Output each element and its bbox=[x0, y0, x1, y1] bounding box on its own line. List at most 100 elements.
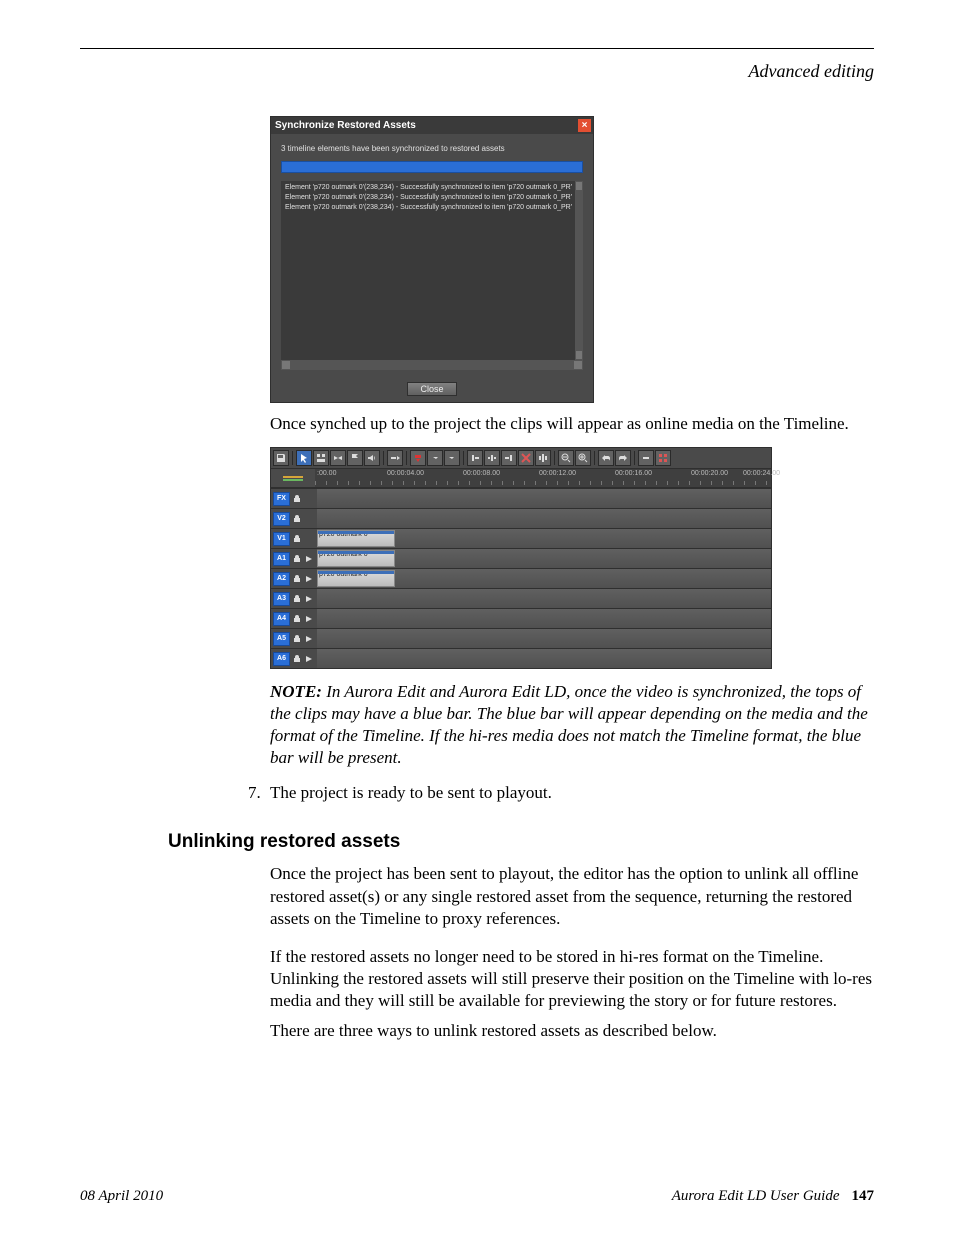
track-body[interactable]: p720 outmark 0 bbox=[317, 549, 771, 568]
track-head[interactable]: A6 bbox=[271, 649, 317, 668]
lock-icon[interactable] bbox=[292, 634, 302, 644]
timeline-track: A5 bbox=[271, 628, 771, 648]
scrollbar-horizontal[interactable] bbox=[281, 360, 583, 370]
grid-icon[interactable] bbox=[655, 450, 671, 466]
trim-both-icon[interactable] bbox=[484, 450, 500, 466]
lock-icon[interactable] bbox=[292, 594, 302, 604]
track-body[interactable] bbox=[317, 609, 771, 628]
timeline-clip[interactable]: p720 outmark 0 bbox=[317, 550, 395, 567]
body-paragraph: If the restored assets no longer need to… bbox=[270, 946, 874, 1012]
save-icon[interactable] bbox=[273, 450, 289, 466]
track-head[interactable]: A2 bbox=[271, 569, 317, 588]
mark-in-icon[interactable] bbox=[427, 450, 443, 466]
time-ruler[interactable]: :00.00 00:00:04.00 00:00:08.00 00:00:12.… bbox=[315, 469, 771, 487]
undo-icon[interactable] bbox=[598, 450, 614, 466]
lock-icon[interactable] bbox=[292, 654, 302, 664]
track-label: A5 bbox=[273, 632, 290, 646]
track-body[interactable]: p720 outmark 0 bbox=[317, 569, 771, 588]
lock-icon[interactable] bbox=[292, 534, 302, 544]
track-body[interactable]: p720 outmark 0 bbox=[317, 529, 771, 548]
track-label: A3 bbox=[273, 592, 290, 606]
track-body[interactable] bbox=[317, 629, 771, 648]
dialog-title-text: Synchronize Restored Assets bbox=[275, 120, 416, 131]
redo-icon[interactable] bbox=[615, 450, 631, 466]
timeline-track: A4 bbox=[271, 608, 771, 628]
track-body[interactable] bbox=[317, 489, 771, 508]
flag-icon[interactable] bbox=[347, 450, 363, 466]
ruler-tick: 00:00:24.00 bbox=[743, 470, 780, 477]
trim-out-icon[interactable] bbox=[501, 450, 517, 466]
scissors-icon[interactable] bbox=[330, 450, 346, 466]
track-head[interactable]: V1 bbox=[271, 529, 317, 548]
track-label: A1 bbox=[273, 552, 290, 566]
timeline-toolbar bbox=[271, 448, 771, 469]
timeline-clip[interactable]: p720 outmark 0 bbox=[317, 530, 395, 547]
track-body[interactable] bbox=[317, 509, 771, 528]
scrollbar-vertical[interactable] bbox=[575, 181, 583, 360]
footer-date: 08 April 2010 bbox=[80, 1188, 163, 1205]
dialog-log: Element 'p720 outmark 0'(238,234) - Succ… bbox=[281, 181, 583, 360]
play-icon[interactable] bbox=[304, 574, 314, 584]
timeline-clip[interactable]: p720 outmark 0 bbox=[317, 570, 395, 587]
log-line: Element 'p720 outmark 0'(238,234) - Succ… bbox=[285, 183, 579, 193]
body-paragraph: Once the project has been sent to playou… bbox=[270, 863, 874, 929]
link-icon[interactable] bbox=[638, 450, 654, 466]
track-head[interactable]: A1 bbox=[271, 549, 317, 568]
track-head[interactable]: A5 bbox=[271, 629, 317, 648]
play-icon[interactable] bbox=[304, 654, 314, 664]
zoom-in-icon[interactable] bbox=[575, 450, 591, 466]
progress-bar bbox=[281, 161, 583, 173]
track-head[interactable]: FX bbox=[271, 489, 317, 508]
close-button[interactable]: Close bbox=[407, 382, 456, 396]
note-paragraph: NOTE: In Aurora Edit and Aurora Edit LD,… bbox=[270, 681, 874, 769]
track-head[interactable]: A4 bbox=[271, 609, 317, 628]
play-icon[interactable] bbox=[304, 594, 314, 604]
fit-icon[interactable] bbox=[535, 450, 551, 466]
numbered-step: 7. The project is ready to be sent to pl… bbox=[248, 783, 874, 803]
play-icon[interactable] bbox=[304, 634, 314, 644]
lock-icon[interactable] bbox=[292, 554, 302, 564]
close-icon[interactable]: × bbox=[578, 119, 591, 132]
track-body[interactable] bbox=[317, 589, 771, 608]
timeline-track: A1 p720 outmark 0 bbox=[271, 548, 771, 568]
body-paragraph: Once synched up to the project the clips… bbox=[270, 413, 874, 435]
ruler-tick: 00:00:04.00 bbox=[387, 470, 424, 477]
track-label: A4 bbox=[273, 612, 290, 626]
log-line: Element 'p720 outmark 0'(238,234) - Succ… bbox=[285, 193, 579, 203]
speaker-icon[interactable] bbox=[364, 450, 380, 466]
track-head[interactable]: A3 bbox=[271, 589, 317, 608]
delete-icon[interactable] bbox=[518, 450, 534, 466]
mark-v-icon[interactable] bbox=[410, 450, 426, 466]
mark-out-icon[interactable] bbox=[444, 450, 460, 466]
lock-icon[interactable] bbox=[292, 614, 302, 624]
note-text: In Aurora Edit and Aurora Edit LD, once … bbox=[270, 682, 868, 767]
timeline-panel: :00.00 00:00:04.00 00:00:08.00 00:00:12.… bbox=[270, 447, 772, 669]
ruler-tick: 00:00:12.00 bbox=[539, 470, 576, 477]
track-body[interactable] bbox=[317, 649, 771, 668]
page-footer: 08 April 2010 Aurora Edit LD User Guide … bbox=[80, 1188, 874, 1205]
razor-icon[interactable] bbox=[313, 450, 329, 466]
pointer-icon[interactable] bbox=[296, 450, 312, 466]
body-paragraph: There are three ways to unlink restored … bbox=[270, 1020, 874, 1042]
dialog-titlebar: Synchronize Restored Assets × bbox=[271, 117, 593, 134]
timeline-track: A6 bbox=[271, 648, 771, 668]
section-heading: Unlinking restored assets bbox=[168, 831, 874, 853]
timeline-track: A2 p720 outmark 0 bbox=[271, 568, 771, 588]
track-head[interactable]: V2 bbox=[271, 509, 317, 528]
timeline-track: V2 bbox=[271, 508, 771, 528]
lock-icon[interactable] bbox=[292, 514, 302, 524]
insert-icon[interactable] bbox=[387, 450, 403, 466]
lock-icon[interactable] bbox=[292, 494, 302, 504]
play-icon[interactable] bbox=[304, 614, 314, 624]
trim-in-icon[interactable] bbox=[467, 450, 483, 466]
track-label: V1 bbox=[273, 532, 290, 546]
lock-icon[interactable] bbox=[292, 574, 302, 584]
footer-page: 147 bbox=[852, 1188, 875, 1205]
ruler-tick: 00:00:16.00 bbox=[615, 470, 652, 477]
play-icon[interactable] bbox=[304, 554, 314, 564]
zoom-out-icon[interactable] bbox=[558, 450, 574, 466]
track-label: A2 bbox=[273, 572, 290, 586]
log-line: Element 'p720 outmark 0'(238,234) - Succ… bbox=[285, 203, 579, 213]
dialog-message: 3 timeline elements have been synchroniz… bbox=[281, 144, 583, 153]
track-label: A6 bbox=[273, 652, 290, 666]
